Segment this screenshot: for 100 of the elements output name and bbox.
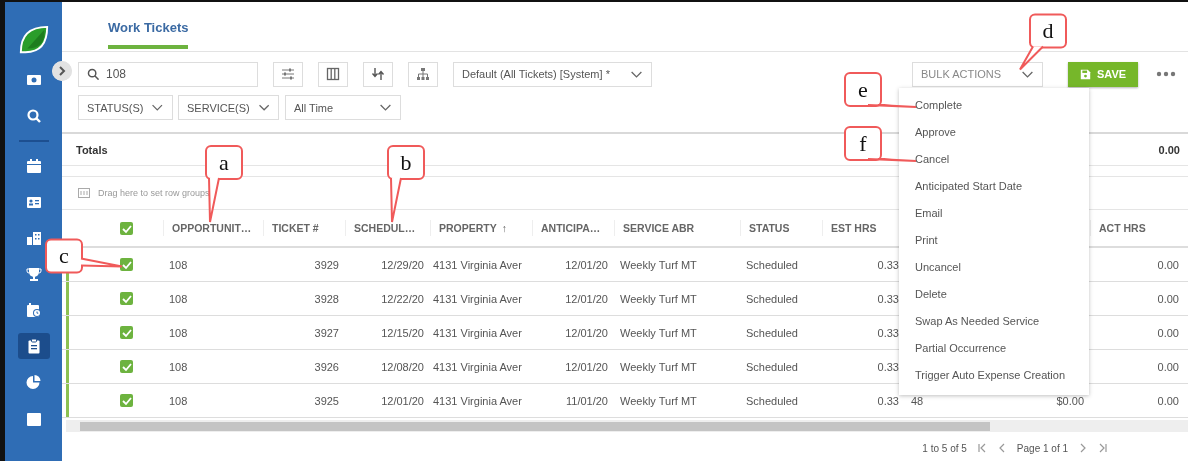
table-cell: 0.33 bbox=[877, 394, 899, 407]
column-header[interactable]: ANTICIPA… bbox=[541, 222, 601, 234]
table-cell: 12/29/20 bbox=[381, 258, 424, 271]
table-cell: $0.00 bbox=[1056, 394, 1084, 407]
totals-value: 0.00 bbox=[1158, 143, 1180, 156]
table-cell: 12/01/20 bbox=[565, 292, 608, 305]
table-cell: 12/01/20 bbox=[565, 258, 608, 271]
horizontal-scrollbar[interactable] bbox=[66, 420, 1188, 432]
table-cell: Weekly Turf MT bbox=[620, 394, 697, 407]
table-cell: 12/01/20 bbox=[565, 326, 608, 339]
column-header[interactable]: TICKET # bbox=[272, 222, 319, 234]
filter-dropdown[interactable]: All Time bbox=[285, 95, 401, 120]
callout-letter: d bbox=[1042, 18, 1054, 43]
select-all-checkbox[interactable] bbox=[120, 221, 133, 235]
callout-bubble bbox=[1019, 13, 1067, 71]
callout-letter: f bbox=[859, 130, 867, 156]
table-cell: 0.33 bbox=[877, 258, 899, 271]
toolbar-button[interactable] bbox=[363, 61, 393, 87]
table-cell: Scheduled bbox=[746, 360, 798, 373]
table-cell: 4131 Virginia Aver bbox=[433, 394, 522, 407]
menu-item[interactable]: Complete bbox=[899, 91, 1089, 119]
table-cell: Scheduled bbox=[746, 394, 798, 407]
table-cell: 3926 bbox=[314, 360, 339, 373]
callout-letter: e bbox=[858, 76, 868, 102]
column-header[interactable]: STATUS bbox=[749, 222, 790, 234]
menu-item[interactable]: Approve bbox=[899, 118, 1089, 146]
first-page-icon[interactable] bbox=[976, 443, 987, 453]
contact-card-icon bbox=[25, 194, 42, 210]
table-cell: 12/15/20 bbox=[381, 326, 424, 339]
totals-label: Totals bbox=[76, 143, 108, 156]
column-header[interactable]: EST HRS bbox=[831, 222, 877, 234]
column-header[interactable]: SCHEDUL… bbox=[354, 222, 416, 234]
table-cell: 3929 bbox=[314, 258, 339, 271]
table-cell: 0.00 bbox=[1157, 326, 1179, 339]
search-field[interactable]: 108 bbox=[78, 61, 258, 87]
table-cell: 3927 bbox=[314, 326, 339, 339]
menu-item[interactable]: Print bbox=[899, 226, 1089, 254]
table-cell: 4131 Virginia Aver bbox=[433, 292, 522, 305]
row-checkbox[interactable] bbox=[120, 394, 133, 407]
column-header[interactable]: ACT HRS bbox=[1099, 222, 1146, 234]
table-cell: 0.33 bbox=[877, 292, 899, 305]
filter-dropdown[interactable]: STATUS(S) bbox=[78, 95, 173, 120]
table-cell: Scheduled bbox=[746, 292, 798, 305]
table-cell: 12/08/20 bbox=[381, 360, 424, 373]
sidebar-item[interactable] bbox=[17, 333, 50, 359]
tab[interactable]: Work Tickets bbox=[108, 20, 189, 49]
row-group-icon bbox=[78, 188, 90, 198]
table-cell: 108 bbox=[169, 394, 188, 407]
callout-letter: a bbox=[219, 149, 229, 175]
menu-item[interactable]: Trigger Auto Expense Creation bbox=[899, 361, 1089, 389]
callout-letter: b bbox=[400, 149, 412, 175]
table-cell: 3928 bbox=[314, 292, 339, 305]
menu-item[interactable]: Uncancel bbox=[899, 253, 1089, 281]
menu-item[interactable]: Cancel bbox=[899, 145, 1089, 173]
calendar-clock-icon bbox=[25, 302, 42, 318]
table-cell: 4131 Virginia Aver bbox=[433, 326, 522, 339]
filter-sliders-icon bbox=[281, 67, 295, 81]
table-cell: 108 bbox=[169, 360, 188, 373]
sort-indicator[interactable]: ↑ bbox=[501, 222, 507, 234]
table-cell: 0.33 bbox=[877, 326, 899, 339]
page-indicator: Page 1 of 1 bbox=[1016, 442, 1068, 454]
last-page-icon[interactable] bbox=[1098, 443, 1108, 453]
row-checkbox[interactable] bbox=[120, 292, 133, 305]
table-cell: 0.00 bbox=[1157, 258, 1179, 271]
table-cell: 0.00 bbox=[1157, 394, 1179, 407]
table-cell: 11/01/20 bbox=[566, 394, 608, 407]
table-cell: 108 bbox=[169, 292, 188, 305]
menu-item[interactable]: Email bbox=[899, 199, 1089, 227]
table-cell: 108 bbox=[169, 258, 188, 271]
table-cell: 3925 bbox=[314, 394, 339, 407]
column-header[interactable]: SERVICE ABR bbox=[623, 222, 695, 234]
table-cell: 0.33 bbox=[877, 360, 899, 373]
row-checkbox[interactable] bbox=[120, 258, 133, 271]
table-cell: 12/01/20 bbox=[381, 394, 424, 407]
column-header[interactable]: PROPERTY bbox=[439, 222, 497, 234]
pie-chart-icon bbox=[25, 374, 42, 390]
menu-item[interactable]: Swap As Needed Service bbox=[899, 307, 1089, 335]
menu-item[interactable]: Partial Occurrence bbox=[899, 334, 1089, 362]
column-header[interactable]: OPPORTUNIT… bbox=[172, 222, 252, 234]
money-icon bbox=[25, 72, 42, 88]
toolbar-button[interactable] bbox=[318, 61, 348, 87]
table-cell: 4131 Virginia Aver bbox=[433, 258, 522, 271]
menu-item[interactable]: Delete bbox=[899, 280, 1089, 308]
table-cell: 108 bbox=[169, 326, 188, 339]
toolbar-button[interactable] bbox=[408, 61, 438, 87]
search-icon bbox=[25, 108, 42, 124]
row-count: 1 to 5 of 5 bbox=[922, 442, 967, 454]
filter-dropdown[interactable]: SERVICE(S) bbox=[178, 95, 279, 120]
next-page-icon[interactable] bbox=[1078, 443, 1088, 453]
row-checkbox[interactable] bbox=[120, 360, 133, 373]
more-icon[interactable] bbox=[1156, 71, 1177, 77]
table-cell: Scheduled bbox=[746, 326, 798, 339]
row-checkbox[interactable] bbox=[120, 326, 133, 339]
menu-item[interactable]: Anticipated Start Date bbox=[899, 172, 1089, 200]
table-cell: Weekly Turf MT bbox=[620, 258, 697, 271]
table-cell: Scheduled bbox=[746, 258, 798, 271]
table-cell: Weekly Turf MT bbox=[620, 360, 697, 373]
table-cell: 12/22/20 bbox=[381, 292, 424, 305]
table-cell: Weekly Turf MT bbox=[620, 292, 697, 305]
view-dropdown[interactable]: Default (All Tickets) [System] * bbox=[453, 61, 652, 87]
